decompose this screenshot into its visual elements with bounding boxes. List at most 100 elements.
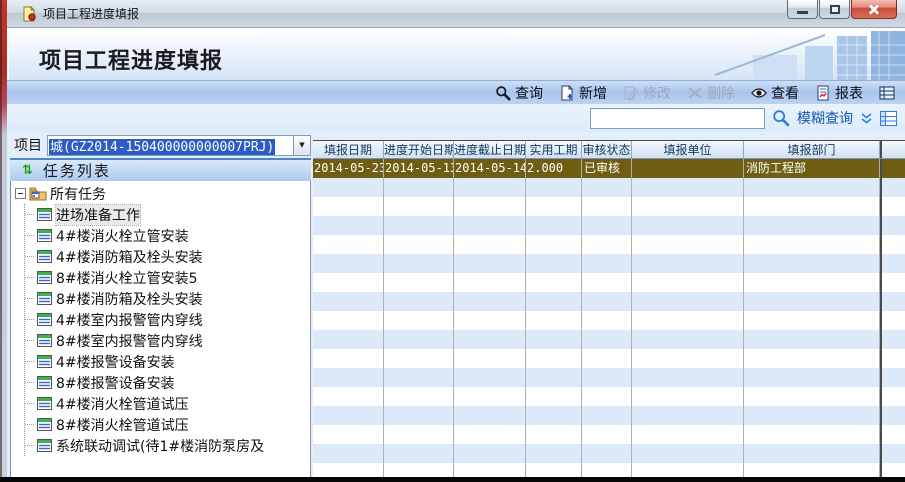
table-cell: [313, 197, 384, 216]
modify-button[interactable]: 修改: [623, 83, 671, 103]
chevron-double-down-icon[interactable]: [860, 112, 873, 125]
screen-left-border: [0, 0, 2, 482]
table-cell: [526, 216, 582, 235]
table-cell: [526, 444, 582, 463]
maximize-button[interactable]: [819, 0, 850, 19]
tree-item[interactable]: 4#楼室内报警管内穿线: [25, 309, 310, 330]
tree-item[interactable]: 8#楼消火栓管道试压: [25, 414, 310, 435]
delete-button[interactable]: 删除: [687, 83, 735, 103]
tree-item[interactable]: 4#楼消火栓立管安装: [25, 225, 310, 246]
combo-dropdown-icon[interactable]: ▼: [293, 136, 310, 155]
tree-item[interactable]: 8#楼消火栓立管安装5: [25, 267, 310, 288]
table-cell: [454, 425, 526, 444]
maximize-icon: [830, 5, 840, 14]
table-cell: [632, 368, 744, 387]
content-area: 项目 城(GZ2014-150400000000007PRJ) ▼ ⇅ 任务列表: [7, 132, 905, 482]
table-cell: [880, 368, 905, 387]
table-cell: [454, 444, 526, 463]
table-row[interactable]: [313, 444, 905, 463]
table-row[interactable]: [313, 425, 905, 444]
table-cell: [526, 235, 582, 254]
tree-item[interactable]: 4#楼报警设备安装: [25, 351, 310, 372]
table-body: 2014-05-23 2014-05-13 2014-05-14 2.000 已…: [313, 159, 905, 482]
tree-root[interactable]: 所有任务: [15, 183, 310, 204]
table-row[interactable]: [313, 292, 905, 311]
query-button[interactable]: 查询: [495, 83, 543, 103]
table-cell: [526, 368, 582, 387]
toolbar: 查询 新增 修改 删除: [7, 80, 905, 104]
table-cell: [880, 273, 905, 292]
column-header[interactable]: 填报日期: [313, 141, 384, 158]
table-row[interactable]: [313, 254, 905, 273]
table-cell: [744, 235, 880, 254]
collapse-expander-icon[interactable]: [15, 188, 26, 199]
project-select[interactable]: 城(GZ2014-150400000000007PRJ) ▼: [47, 135, 311, 156]
table-cell: [880, 311, 905, 330]
table-cell: [880, 444, 905, 463]
grid-view-icon[interactable]: [880, 111, 897, 126]
table-row[interactable]: [313, 406, 905, 425]
table-row[interactable]: [313, 178, 905, 197]
table-cell: [526, 254, 582, 273]
table-cell: [880, 254, 905, 273]
close-button[interactable]: [851, 0, 897, 19]
table-row[interactable]: [313, 311, 905, 330]
table-cell: [582, 254, 632, 273]
table-row[interactable]: [313, 387, 905, 406]
table-row[interactable]: [313, 368, 905, 387]
query-label: 查询: [515, 83, 543, 103]
task-label: 8#楼消火栓管道试压: [56, 415, 189, 435]
table-cell: [582, 368, 632, 387]
table-row[interactable]: [313, 216, 905, 235]
tree-item[interactable]: 4#楼消火栓管道试压: [25, 393, 310, 414]
minimize-button[interactable]: [787, 0, 818, 19]
add-label: 新增: [579, 83, 607, 103]
table-row[interactable]: [313, 273, 905, 292]
task-icon: [37, 376, 52, 389]
table-cell: [313, 444, 384, 463]
table-cell: [313, 330, 384, 349]
table-cell: [526, 197, 582, 216]
table-cell: [582, 292, 632, 311]
table-row[interactable]: [313, 235, 905, 254]
project-selected-value: 城(GZ2014-150400000000007PRJ): [48, 136, 293, 155]
table-row[interactable]: [313, 197, 905, 216]
report-button[interactable]: 报表: [815, 83, 863, 103]
eye-icon: [751, 85, 767, 101]
tree-item[interactable]: 进场准备工作: [25, 204, 310, 225]
column-header[interactable]: 进度开始日期: [384, 141, 454, 158]
table-cell: [632, 254, 744, 273]
refresh-icon[interactable]: ⇅: [22, 164, 33, 177]
filter-input[interactable]: [590, 108, 765, 129]
tree-item[interactable]: 系统联动调试(待1#楼消防泵房及: [25, 435, 310, 456]
add-button[interactable]: 新增: [559, 83, 607, 103]
table-row[interactable]: [313, 330, 905, 349]
table-cell: [582, 216, 632, 235]
table-cell: [454, 406, 526, 425]
task-label: 8#楼消防箱及栓头安装: [56, 289, 203, 309]
tree-item[interactable]: 8#楼报警设备安装: [25, 372, 310, 393]
fuzzy-query-label[interactable]: 模糊查询: [797, 108, 853, 128]
column-header[interactable]: 审核状态: [582, 141, 632, 158]
table-row[interactable]: [313, 349, 905, 368]
table-cell: [632, 216, 744, 235]
column-header[interactable]: 填报单位: [632, 141, 744, 158]
table-cell: [632, 311, 744, 330]
table-row-selected[interactable]: 2014-05-23 2014-05-13 2014-05-14 2.000 已…: [313, 159, 905, 178]
column-header[interactable]: 实用工期: [526, 141, 582, 158]
table-cell: [384, 444, 454, 463]
view-button[interactable]: 查看: [751, 83, 799, 103]
table-cell: [313, 387, 384, 406]
column-header-clipped: [880, 141, 905, 158]
tree-item[interactable]: 8#楼消防箱及栓头安装: [25, 288, 310, 309]
tree-item[interactable]: 4#楼消防箱及栓头安装: [25, 246, 310, 267]
tree-item[interactable]: 8#楼室内报警管内穿线: [25, 330, 310, 351]
fuzzy-search-icon[interactable]: [772, 109, 790, 127]
table-cell: [384, 349, 454, 368]
list-view-icon[interactable]: [879, 85, 895, 101]
column-header[interactable]: 填报部门: [744, 141, 880, 158]
table-cell: [313, 311, 384, 330]
task-label: 4#楼报警设备安装: [56, 352, 175, 372]
task-label: 4#楼消火栓管道试压: [56, 394, 189, 414]
column-header[interactable]: 进度截止日期: [454, 141, 526, 158]
